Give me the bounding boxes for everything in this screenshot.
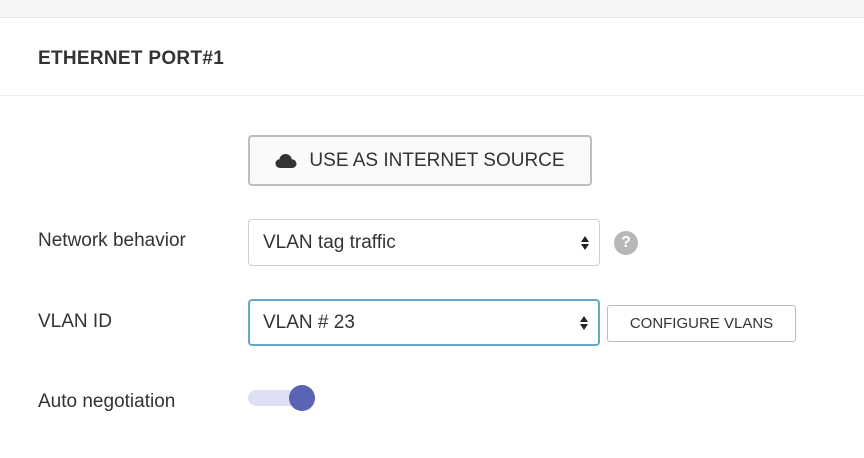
- cloud-icon: [275, 153, 297, 168]
- top-strip: [0, 0, 864, 18]
- auto-negotiation-label: Auto negotiation: [38, 391, 176, 412]
- vlan-id-select[interactable]: VLAN # 23: [248, 299, 600, 346]
- use-as-internet-source-label: USE AS INTERNET SOURCE: [309, 149, 565, 171]
- toggle-knob: [289, 385, 315, 411]
- network-behavior-label: Network behavior: [38, 230, 186, 251]
- auto-negotiation-toggle[interactable]: [248, 384, 316, 412]
- configure-vlans-button[interactable]: CONFIGURE VLANS: [607, 305, 796, 342]
- network-behavior-value: VLAN tag traffic: [263, 231, 396, 253]
- use-as-internet-source-button[interactable]: USE AS INTERNET SOURCE: [248, 135, 592, 186]
- help-icon[interactable]: ?: [614, 231, 638, 255]
- network-behavior-select[interactable]: VLAN tag traffic: [248, 219, 600, 266]
- vlan-id-label: VLAN ID: [38, 311, 112, 332]
- vlan-id-value: VLAN # 23: [263, 311, 355, 333]
- section-title: ETHERNET PORT#1: [38, 48, 225, 69]
- select-arrows-icon: [580, 315, 588, 330]
- select-arrows-icon: [581, 235, 589, 250]
- section-header: ETHERNET PORT#1: [0, 18, 864, 96]
